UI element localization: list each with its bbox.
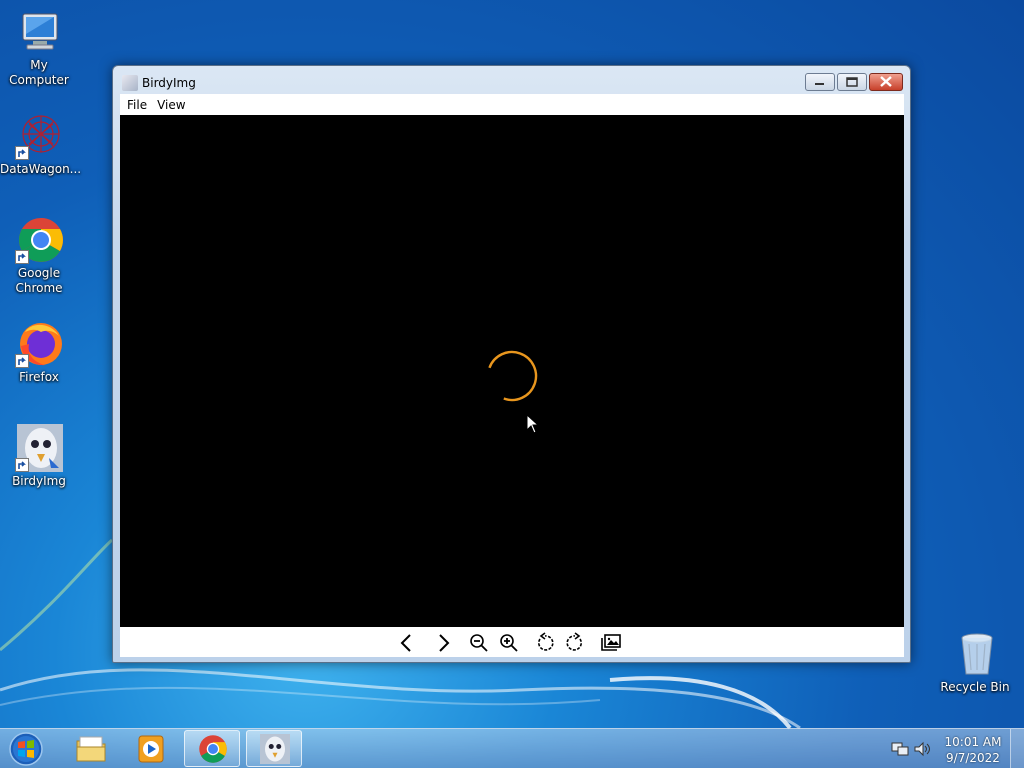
window-client-area: File View (120, 94, 904, 657)
media-player-icon (138, 735, 164, 763)
folder-icon (76, 736, 106, 762)
rotate-right-icon (566, 632, 583, 651)
desktop-icon-label: Firefox (19, 370, 59, 384)
taskbar-media-player[interactable] (122, 730, 178, 767)
birdyimg-icon (15, 424, 63, 472)
desktop-icon-birdyimg[interactable]: BirdyImg (0, 424, 78, 489)
viewer-toolbar (120, 627, 904, 657)
minimize-icon (815, 83, 824, 85)
chrome-icon (199, 735, 227, 763)
next-button[interactable] (432, 632, 454, 654)
desktop-icon-label: Google Chrome (15, 266, 63, 295)
desktop-icon-google-chrome[interactable]: Google Chrome (0, 216, 78, 296)
clock-time: 10:01 AM (944, 735, 1002, 749)
chrome-icon (15, 216, 63, 264)
desktop-icon-my-computer[interactable]: My Computer (0, 8, 78, 88)
zoom-in-button[interactable] (498, 632, 520, 654)
desktop-icon-datawagon[interactable]: DataWagon... (0, 112, 82, 177)
zoom-out-button[interactable] (468, 632, 490, 654)
computer-icon (15, 8, 63, 56)
network-icon[interactable] (891, 741, 909, 757)
start-button[interactable] (6, 730, 46, 768)
title-bar[interactable]: BirdyImg (113, 66, 910, 94)
desktop-icon-recycle-bin[interactable]: Recycle Bin (936, 630, 1014, 695)
menu-view[interactable]: View (152, 98, 190, 112)
firefox-icon (15, 320, 63, 368)
taskbar-clock[interactable]: 10:01 AM 9/7/2022 (940, 734, 1006, 766)
window-title: BirdyImg (142, 76, 196, 90)
clock-date: 9/7/2022 (946, 751, 1000, 765)
desktop-icon-label: My Computer (9, 58, 69, 87)
taskbar-birdyimg[interactable] (246, 730, 302, 767)
menu-bar: File View (120, 94, 904, 115)
gallery-button[interactable] (600, 632, 622, 654)
restore-icon (846, 77, 858, 87)
desktop-icon-label: DataWagon... (0, 162, 82, 176)
datawagon-icon (15, 112, 63, 160)
mouse-cursor-icon (526, 414, 540, 434)
birdyimg-window[interactable]: BirdyImg File View (112, 65, 911, 663)
previous-button[interactable] (396, 632, 418, 654)
close-button[interactable] (869, 73, 903, 91)
windows-start-icon (9, 732, 43, 766)
rotate-left-button[interactable] (534, 632, 556, 654)
recycle-bin-icon (951, 630, 999, 678)
volume-icon[interactable] (913, 741, 931, 757)
previous-icon (400, 634, 411, 652)
show-desktop-button[interactable] (1010, 729, 1024, 768)
minimize-button[interactable] (805, 73, 835, 91)
shortcut-arrow-icon (15, 250, 29, 264)
next-icon (439, 634, 450, 652)
image-viewer-canvas[interactable] (120, 115, 904, 627)
close-icon (880, 76, 892, 87)
app-title-icon (122, 75, 138, 91)
menu-file[interactable]: File (122, 98, 152, 112)
rotate-right-button[interactable] (564, 632, 586, 654)
taskbar-explorer[interactable] (62, 730, 118, 767)
loading-spinner-icon (488, 350, 538, 402)
rotate-left-icon (537, 632, 554, 651)
shortcut-arrow-icon (15, 354, 29, 368)
shortcut-arrow-icon (15, 458, 29, 472)
restore-button[interactable] (837, 73, 867, 91)
taskbar-chrome[interactable] (184, 730, 240, 767)
desktop-icon-firefox[interactable]: Firefox (0, 320, 78, 385)
gallery-icon (601, 634, 621, 651)
zoom-in-icon (500, 634, 518, 652)
zoom-out-icon (470, 634, 488, 652)
desktop-icon-label: BirdyImg (12, 474, 66, 488)
taskbar: 10:01 AM 9/7/2022 (0, 728, 1024, 768)
birdyimg-icon (260, 734, 290, 764)
desktop-icon-label: Recycle Bin (940, 680, 1010, 694)
shortcut-arrow-icon (15, 146, 29, 160)
